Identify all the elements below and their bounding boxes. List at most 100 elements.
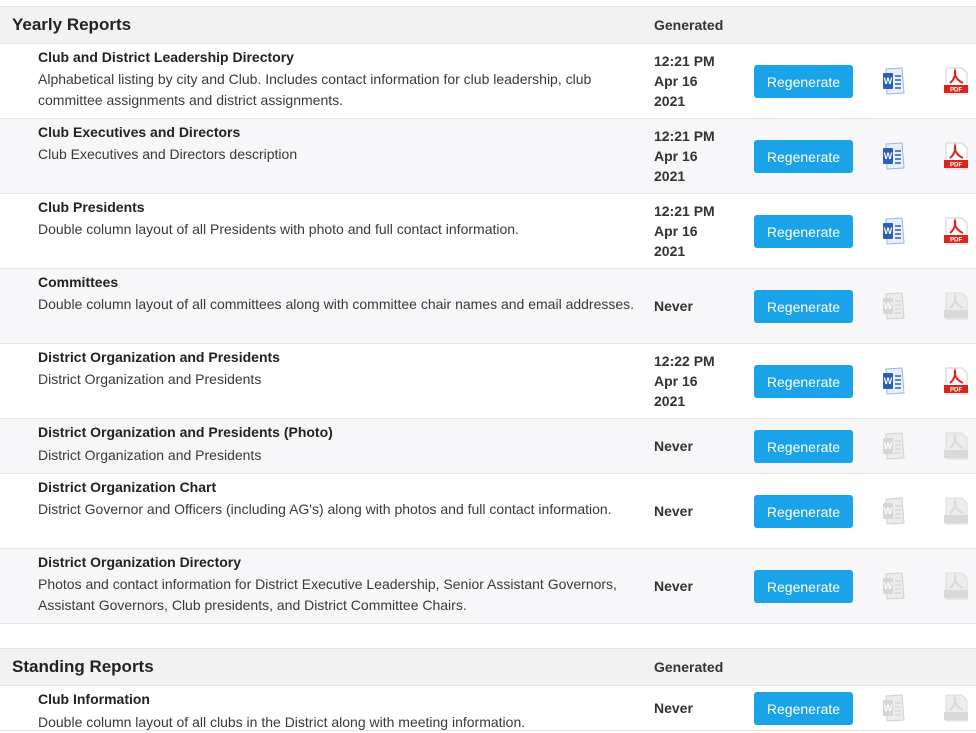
standing-reports-title: Standing Reports [12,657,154,676]
report-title: District Organization and Presidents [38,349,280,365]
generated-column-header: Generated [654,17,724,33]
regenerate-button[interactable]: Regenerate [754,570,853,603]
pdf-doc-icon[interactable]: PDF [942,216,972,246]
svg-text:PDF: PDF [950,388,962,394]
report-row: Club Information Double column layout of … [0,686,976,731]
report-description: Alphabetical listing by city and Club. I… [38,71,592,108]
pdf-doc-icon [942,291,972,321]
word-doc-icon: W [880,291,910,321]
report-title: Club Executives and Directors [38,124,241,140]
regenerate-button[interactable]: Regenerate [754,692,853,725]
pdf-doc-icon [942,431,972,461]
report-description: District Governor and Officers (includin… [38,501,612,517]
word-doc-icon: W [880,496,910,526]
word-doc-icon: W [880,431,910,461]
report-description: District Organization and Presidents [38,371,262,387]
standing-reports-list: Club Information Double column layout of … [0,686,976,731]
svg-text:W: W [884,441,893,451]
regenerate-button[interactable]: Regenerate [754,65,853,98]
generated-line: Never [654,298,693,314]
generated-line: Apr 16 [654,148,698,164]
word-doc-icon[interactable]: W [880,66,910,96]
generated-timestamp: 12:21 PM Apr 16 2021 [654,126,715,186]
report-title: District Organization Directory [38,554,242,570]
report-description: Double column layout of all Presidents w… [38,221,519,237]
svg-text:PDF: PDF [950,88,962,94]
report-description: Double column layout of all clubs in the… [38,714,526,730]
svg-text:W: W [884,703,893,713]
pdf-doc-icon[interactable]: PDF [942,66,972,96]
generated-timestamp: 12:21 PM Apr 16 2021 [654,51,715,111]
report-title: District Organization and Presidents (Ph… [38,424,333,440]
report-row: District Organization and Presidents (Ph… [0,419,976,474]
generated-line: 12:21 PM [654,53,715,69]
word-doc-icon: W [880,571,910,601]
report-title: District Organization Chart [38,479,217,495]
regenerate-button[interactable]: Regenerate [754,290,853,323]
generated-line: Apr 16 [654,373,698,389]
reports-page: Yearly Reports Generated Club and Distri… [0,6,976,731]
generated-line: 12:22 PM [654,353,715,369]
report-title: Club and District Leadership Directory [38,49,294,65]
generated-timestamp: Never [654,576,693,596]
svg-text:W: W [884,76,893,86]
generated-line: Apr 16 [654,223,698,239]
report-title: Club Presidents [38,199,145,215]
word-doc-icon[interactable]: W [880,216,910,246]
standing-reports-header: Standing Reports Generated [0,648,976,686]
report-description: Club Executives and Directors descriptio… [38,146,298,162]
pdf-doc-icon [942,693,972,723]
svg-text:W: W [884,226,893,236]
report-row: Club Executives and Directors Club Execut… [0,119,976,194]
svg-text:W: W [884,506,893,516]
yearly-reports-list: Club and District Leadership Directory Al… [0,44,976,624]
svg-text:W: W [884,151,893,161]
generated-timestamp: 12:21 PM Apr 16 2021 [654,201,715,261]
generated-line: 2021 [654,393,686,409]
word-doc-icon: W [880,693,910,723]
report-description: Photos and contact information for Distr… [38,576,617,613]
generated-timestamp: 12:22 PM Apr 16 2021 [654,351,715,411]
svg-text:W: W [884,301,893,311]
report-description: Double column layout of all committees a… [38,296,635,312]
generated-line: 2021 [654,243,686,259]
report-title: Club Information [38,691,150,707]
generated-line: Apr 16 [654,73,698,89]
generated-line: 2021 [654,168,686,184]
regenerate-button[interactable]: Regenerate [754,495,853,528]
pdf-doc-icon[interactable]: PDF [942,141,972,171]
svg-text:PDF: PDF [950,238,962,244]
svg-text:W: W [884,376,893,386]
generated-line: Never [654,700,693,716]
generated-line: Never [654,578,693,594]
report-row: District Organization Chart District Gove… [0,474,976,549]
generated-line: 2021 [654,93,686,109]
generated-timestamp: Never [654,501,693,521]
regenerate-button[interactable]: Regenerate [754,140,853,173]
generated-column-header: Generated [654,659,724,675]
report-description: District Organization and Presidents [38,447,262,463]
pdf-doc-icon [942,496,972,526]
word-doc-icon[interactable]: W [880,366,910,396]
svg-text:W: W [884,581,893,591]
word-doc-icon[interactable]: W [880,141,910,171]
generated-timestamp: Never [654,296,693,316]
generated-line: Never [654,438,693,454]
generated-timestamp: Never [654,698,693,718]
regenerate-button[interactable]: Regenerate [754,430,853,463]
generated-line: 12:21 PM [654,203,715,219]
report-row: District Organization and Presidents Dist… [0,344,976,419]
report-row: District Organization Directory Photos an… [0,549,976,624]
svg-text:PDF: PDF [950,163,962,169]
regenerate-button[interactable]: Regenerate [754,365,853,398]
yearly-reports-header: Yearly Reports Generated [0,6,976,44]
report-row: Club and District Leadership Directory Al… [0,44,976,119]
yearly-reports-title: Yearly Reports [12,15,132,34]
pdf-doc-icon[interactable]: PDF [942,366,972,396]
report-title: Committees [38,274,119,290]
generated-line: 12:21 PM [654,128,715,144]
report-row: Club Presidents Double column layout of a… [0,194,976,269]
regenerate-button[interactable]: Regenerate [754,215,853,248]
report-row: Committees Double column layout of all co… [0,269,976,344]
